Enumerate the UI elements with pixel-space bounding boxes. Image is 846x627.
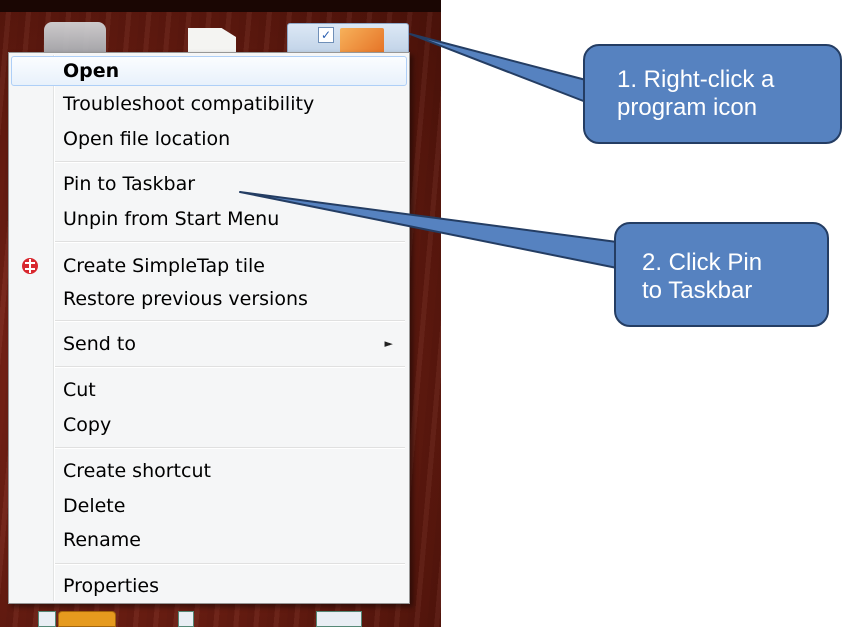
submenu-arrow-icon: ► [384, 337, 393, 350]
menu-item-pin-to-taskbar[interactable]: Pin to Taskbar [11, 169, 407, 199]
menu-item-label: Create SimpleTap tile [63, 255, 265, 277]
menu-item-label: Cut [63, 379, 96, 401]
callout-text: 2. Click Pin [642, 249, 763, 276]
menu-item-label: Pin to Taskbar [63, 173, 196, 195]
menu-item-properties[interactable]: Properties [11, 571, 407, 601]
callout-text: 1. Right-click a [617, 66, 775, 93]
menu-separator [55, 447, 405, 449]
menu-item-create-shortcut[interactable]: Create shortcut [11, 456, 407, 486]
menu-item-label: Copy [63, 414, 112, 436]
menu-item-label: Open file location [63, 128, 231, 150]
menu-item-label: Rename [63, 529, 141, 551]
menu-item-unpin-from-start-menu[interactable]: Unpin from Start Menu [11, 204, 407, 234]
menu-separator [55, 366, 405, 368]
taskbar-shortcut-icon[interactable] [178, 611, 194, 627]
callout-text: program icon [617, 94, 758, 121]
menu-item-label: Create shortcut [63, 460, 211, 482]
menu-item-label: Restore previous versions [63, 288, 308, 310]
menu-item-label: Delete [63, 495, 126, 517]
taskbar-shortcut-icon[interactable] [316, 611, 362, 627]
menu-item-label: Send to [63, 333, 136, 355]
menu-separator [55, 161, 405, 163]
checkbox-icon[interactable]: ✓ [318, 27, 334, 43]
menu-item-open[interactable]: Open [11, 56, 407, 86]
menu-item-label: Unpin from Start Menu [63, 208, 280, 230]
menu-item-cut[interactable]: Cut [11, 375, 407, 405]
menu-item-create-simpletap-tile[interactable]: Create SimpleTap tile [11, 251, 407, 281]
callout-text: to Taskbar [642, 277, 753, 304]
callout-step-1: 1. Right-click a program icon [583, 44, 842, 144]
menu-separator [55, 241, 405, 243]
menu-item-send-to[interactable]: Send to ► [11, 329, 407, 359]
menu-item-restore-previous-versions[interactable]: Restore previous versions [11, 284, 407, 314]
menu-item-label: Properties [63, 575, 160, 597]
taskbar-shortcut-icon[interactable] [38, 611, 56, 627]
taskbar-program-icon[interactable] [58, 611, 116, 627]
menu-item-rename[interactable]: Rename [11, 525, 407, 555]
context-menu: Open Troubleshoot compatibility Open fil… [8, 52, 410, 604]
simpletap-icon [22, 258, 38, 274]
menu-item-delete[interactable]: Delete [11, 491, 407, 521]
menu-item-troubleshoot-compatibility[interactable]: Troubleshoot compatibility [11, 89, 407, 119]
callout-step-2: 2. Click Pin to Taskbar [614, 222, 829, 327]
menu-item-open-file-location[interactable]: Open file location [11, 124, 407, 154]
menu-item-copy[interactable]: Copy [11, 410, 407, 440]
menu-separator [55, 320, 405, 322]
menu-separator [55, 563, 405, 565]
menu-item-label: Open [63, 60, 120, 82]
menu-item-label: Troubleshoot compatibility [63, 93, 315, 115]
